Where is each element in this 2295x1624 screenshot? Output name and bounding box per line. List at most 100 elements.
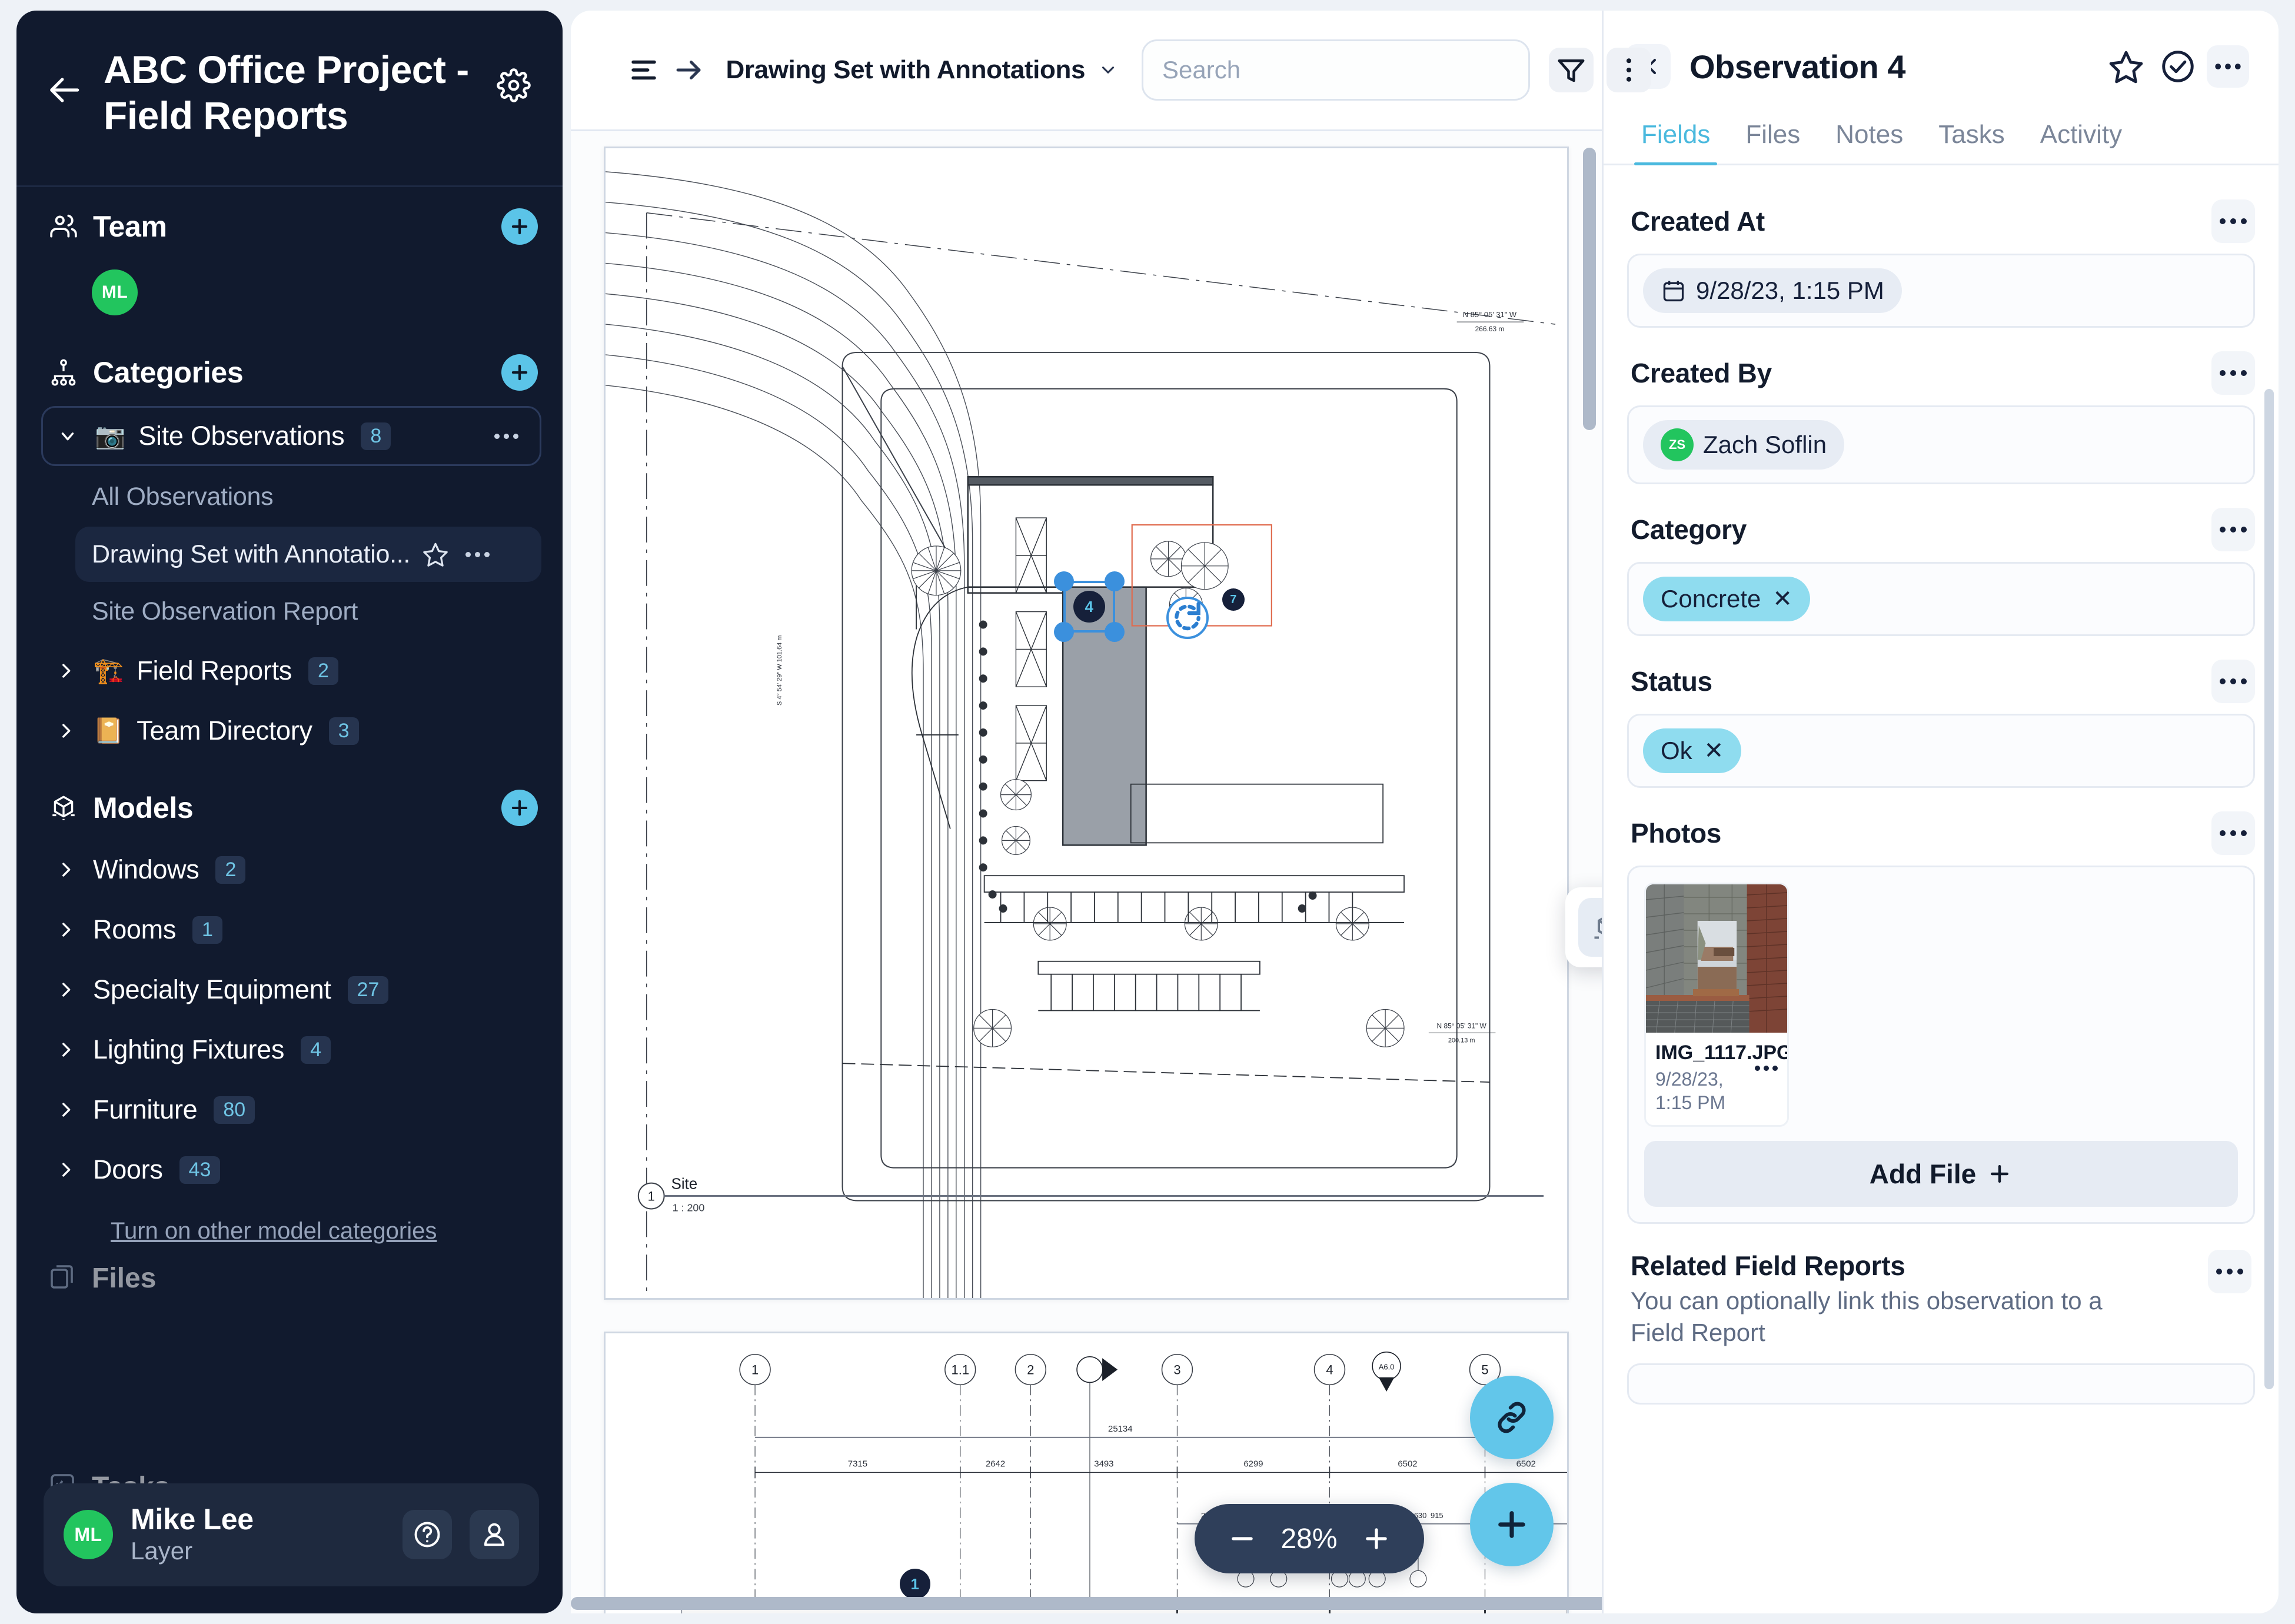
sidebar-item-windows[interactable]: Windows 2	[41, 841, 541, 898]
more-horizontal-icon[interactable]	[461, 544, 494, 565]
rotate-icon[interactable]	[1166, 597, 1209, 639]
user-icon[interactable]	[469, 1510, 519, 1560]
back-arrow-icon[interactable]	[45, 69, 86, 111]
resize-handle-top-right[interactable]	[1104, 571, 1125, 591]
chevron-down-icon[interactable]	[1098, 60, 1118, 80]
list-menu-icon[interactable]	[621, 48, 666, 92]
field-category-header: Category	[1627, 497, 2255, 562]
more-horizontal-icon[interactable]	[2211, 660, 2255, 703]
sidebar-item-specialty-equipment[interactable]: Specialty Equipment 27	[41, 961, 541, 1018]
sidebar-item-team-directory[interactable]: 📔 Team Directory 3	[41, 703, 541, 759]
more-horizontal-icon[interactable]	[1750, 1041, 1778, 1071]
section-files[interactable]: Files	[16, 1244, 563, 1294]
sidebar-item-doors[interactable]: Doors 43	[41, 1142, 541, 1198]
star-icon[interactable]	[2103, 44, 2149, 89]
gear-icon[interactable]	[493, 65, 534, 106]
star-icon[interactable]	[421, 540, 450, 569]
search-input[interactable]	[1142, 39, 1531, 101]
more-horizontal-icon[interactable]	[2211, 508, 2255, 551]
field-related-reports-value[interactable]	[1627, 1363, 2255, 1405]
drawing-sheet-site-plan[interactable]: N 85° 05' 31" W 266.63 m N 85° 05' 31" W…	[603, 147, 1569, 1300]
model-cube-icon[interactable]	[1578, 898, 1602, 957]
sidebar-item-lighting-fixtures[interactable]: Lighting Fixtures 4	[41, 1021, 541, 1078]
more-horizontal-icon[interactable]	[2211, 199, 2255, 243]
sidebar-item-label: Rooms	[93, 914, 177, 944]
zoom-in-button[interactable]	[1356, 1518, 1397, 1559]
drawing-canvas[interactable]: N 85° 05' 31" W 266.63 m N 85° 05' 31" W…	[570, 129, 1602, 1613]
tab-notes[interactable]: Notes	[1818, 109, 1921, 164]
field-category-value[interactable]: Concrete ✕	[1627, 562, 2255, 636]
canvas-horizontal-scrollbar[interactable]	[570, 1597, 1602, 1610]
add-file-button[interactable]: Add File	[1644, 1140, 2238, 1207]
more-vertical-icon[interactable]	[1606, 48, 1652, 92]
question-circle-icon[interactable]	[402, 1510, 452, 1560]
canvas-viewport[interactable]: N 85° 05' 31" W 266.63 m N 85° 05' 31" W…	[570, 131, 1602, 1613]
sidebar-item-field-reports[interactable]: 🏗️ Field Reports 2	[41, 643, 541, 699]
resize-handle-bottom-left[interactable]	[1053, 622, 1074, 642]
link-icon[interactable]	[1470, 1376, 1554, 1459]
chevron-down-icon[interactable]	[54, 426, 82, 446]
field-created-at-value[interactable]: 9/28/23, 1:15 PM	[1627, 254, 2255, 328]
svg-text:2: 2	[1027, 1363, 1034, 1377]
more-horizontal-icon[interactable]	[2207, 45, 2249, 88]
sidebar-item-all-observations[interactable]: All Observations	[75, 470, 541, 524]
filter-icon[interactable]	[1549, 48, 1594, 92]
observation-pin-4[interactable]: 4	[1073, 591, 1105, 623]
chevron-right-icon[interactable]	[52, 980, 80, 1000]
photo-thumbnail[interactable]	[1646, 884, 1787, 1033]
check-circle-icon[interactable]	[2155, 44, 2201, 89]
tab-files[interactable]: Files	[1728, 109, 1818, 164]
sidebar-item-furniture[interactable]: Furniture 80	[41, 1081, 541, 1138]
add-model-button[interactable]	[501, 790, 538, 826]
section-tasks[interactable]: Tasks	[16, 1294, 563, 1503]
tab-fields[interactable]: Fields	[1624, 109, 1728, 165]
resize-handle-top-left[interactable]	[1053, 571, 1074, 591]
tab-activity[interactable]: Activity	[2023, 109, 2140, 164]
svg-text:915: 915	[1431, 1511, 1443, 1520]
chevron-right-icon[interactable]	[52, 920, 80, 940]
field-status-value[interactable]: Ok ✕	[1627, 714, 2255, 788]
chevron-right-icon[interactable]	[52, 721, 80, 741]
panel-header: Observation 4	[1604, 11, 2279, 89]
remove-status-icon[interactable]: ✕	[1702, 737, 1724, 764]
resize-handle-bottom-right[interactable]	[1104, 622, 1125, 642]
more-horizontal-icon[interactable]	[490, 425, 523, 447]
sidebar-item-site-observations[interactable]: 📷 Site Observations 8	[41, 406, 541, 466]
user-profile-card[interactable]: ML Mike Lee Layer	[44, 1483, 539, 1586]
plus-icon	[1991, 1164, 2009, 1183]
category-chip[interactable]: Concrete ✕	[1643, 577, 1810, 621]
more-horizontal-icon[interactable]	[2211, 351, 2255, 395]
photo-card[interactable]: IMG_1117.JPG 9/28/23, 1:15 PM	[1644, 883, 1789, 1127]
status-badge[interactable]: Ok ✕	[1643, 728, 1742, 773]
observation-pin-1[interactable]: 1	[899, 1569, 930, 1599]
remove-category-icon[interactable]: ✕	[1770, 585, 1792, 613]
sidebar-item-drawing-set[interactable]: Drawing Set with Annotatio...	[75, 527, 541, 582]
turn-on-model-categories-link[interactable]: Turn on other model categories	[111, 1218, 437, 1244]
sidebar-item-rooms[interactable]: Rooms 1	[41, 901, 541, 958]
more-horizontal-icon[interactable]	[2208, 1249, 2251, 1293]
notebook-emoji-icon: 📔	[93, 717, 124, 744]
chevron-right-icon[interactable]	[52, 661, 80, 681]
zoom-out-button[interactable]	[1222, 1518, 1263, 1559]
add-team-member-button[interactable]	[501, 208, 538, 245]
panel-scrollbar[interactable]	[2264, 389, 2274, 1389]
chevron-right-icon[interactable]	[52, 1040, 80, 1060]
field-created-by-value[interactable]: ZS Zach Soflin	[1627, 405, 2255, 484]
observation-pin-7[interactable]: 7	[1222, 588, 1245, 611]
count-badge: 80	[214, 1096, 255, 1124]
chevron-right-icon[interactable]	[52, 1160, 80, 1180]
add-category-button[interactable]	[501, 354, 538, 391]
canvas-vertical-scrollbar[interactable]	[1583, 148, 1596, 430]
panel-title: Observation 4	[1689, 48, 1905, 85]
tab-tasks[interactable]: Tasks	[1921, 109, 2022, 164]
plus-icon[interactable]	[1470, 1483, 1554, 1566]
chevron-right-icon[interactable]	[52, 1100, 80, 1120]
avatar[interactable]: ML	[92, 269, 138, 315]
sidebar-item-site-observation-report[interactable]: Site Observation Report	[75, 584, 541, 639]
arrow-right-icon[interactable]	[666, 48, 711, 92]
more-horizontal-icon[interactable]	[2211, 811, 2255, 855]
search-field[interactable]	[1162, 56, 1510, 84]
breadcrumb[interactable]: Drawing Set with Annotations	[726, 55, 1086, 85]
drawing-sheet-floor-plan[interactable]: 1 1.1 2 345 A6.0 25134 7315 2642 3493 62…	[603, 1332, 1569, 1613]
chevron-right-icon[interactable]	[52, 860, 80, 880]
